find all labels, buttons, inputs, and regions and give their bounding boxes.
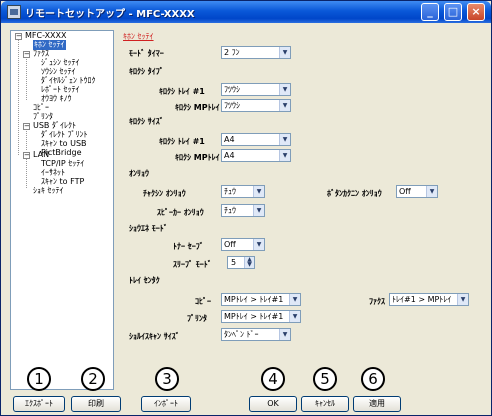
close-button[interactable]: ×: [467, 3, 485, 21]
beep-volume-label: ﾎﾞﾀﾝｶｸﾆﾝ ｵﾝﾘｮｳ: [327, 189, 382, 198]
callout-3: 3: [155, 367, 179, 391]
tree-item-initial-setup[interactable]: ｼｮｷ ｾｯﾃｲ: [33, 186, 64, 196]
paper-type-mp-select[interactable]: ﾌﾂｳｼ ▼: [221, 99, 291, 112]
callout-2: 2: [81, 367, 105, 391]
tray-copy-value: MPﾄﾚｲ > ﾄﾚｲ#1: [224, 295, 284, 304]
cancel-button[interactable]: ｷｬﾝｾﾙ: [301, 396, 349, 412]
window-title: リモートセットアップ - MFC-XXXX: [25, 9, 195, 20]
chevron-down-icon: ▼: [426, 186, 437, 197]
paper-type-tray1-select[interactable]: ﾌﾂｳｼ ▼: [221, 83, 291, 96]
ok-button[interactable]: OK: [249, 396, 297, 412]
chevron-down-icon: ▼: [279, 100, 290, 111]
export-button[interactable]: ｴｸｽﾎﾟｰﾄ: [13, 396, 65, 412]
apply-button[interactable]: 適用: [353, 396, 401, 412]
ring-volume-label: ﾁｬｸｼﾝ ｵﾝﾘｮｳ: [143, 189, 186, 198]
paper-size-tray1-select[interactable]: A4 ▼: [221, 133, 291, 146]
spin-arrows-icon[interactable]: ▲ ▼: [244, 257, 254, 268]
maximize-button[interactable]: □: [444, 3, 462, 21]
paper-size-tray1-value: A4: [224, 135, 235, 144]
paper-size-mp-label: ｷﾛｸｼ MPﾄﾚｲ: [175, 153, 220, 162]
tray-fax-label: ﾌｧｸｽ: [369, 297, 385, 306]
chevron-down-icon: ▼: [253, 239, 264, 250]
speaker-volume-value: ﾁｭｳ: [224, 206, 236, 215]
settings-tree: − MFC-XXXX ｷﾎﾝ ｾｯﾃｲ − ﾌｧｸｽ ｼﾞｭｼﾝ ｾｯﾃｲ ｿｳ…: [10, 30, 114, 390]
app-icon: [7, 5, 21, 19]
paper-type-tray1-label: ｷﾛｸｼ ﾄﾚｲ #1: [159, 87, 205, 96]
chevron-down-icon: ▼: [457, 294, 468, 305]
tree-toggle-device[interactable]: −: [15, 33, 22, 40]
chevron-down-icon: ▼: [279, 47, 290, 58]
paper-type-mp-value: ﾌﾂｳｼ: [224, 101, 240, 110]
toner-save-value: Off: [224, 240, 236, 249]
chevron-down-icon: ▼: [253, 205, 264, 216]
tray-fax-select[interactable]: ﾄﾚｲ#1 > MPﾄﾚｲ ▼: [389, 293, 469, 306]
callout-1: 1: [27, 367, 51, 391]
tray-fax-value: ﾄﾚｲ#1 > MPﾄﾚｲ: [392, 295, 452, 304]
chevron-down-icon: ▼: [289, 294, 300, 305]
toner-save-select[interactable]: Off ▼: [221, 238, 265, 251]
tree-toggle-usb[interactable]: −: [23, 123, 30, 130]
paper-type-mp-label: ｷﾛｸｼ MPﾄﾚｲ: [175, 103, 220, 112]
callout-5: 5: [313, 367, 337, 391]
settings-panel: ｷﾎﾝ ｾｯﾃｲ ﾓｰﾄﾞ ﾀｲﾏｰ 2 ﾌﾝ ▼ ｷﾛｸｼ ﾀｲﾌﾟ ｷﾛｸｼ…: [119, 30, 485, 390]
paper-size-mp-select[interactable]: A4 ▼: [221, 149, 291, 162]
sleep-mode-value: 5: [231, 258, 237, 267]
doc-scan-label: ｼｮﾙｲｽｷｬﾝ ｻｲｽﾞ: [129, 332, 180, 341]
mode-timer-value: 2 ﾌﾝ: [224, 48, 240, 57]
chevron-down-icon: ▼: [253, 186, 264, 197]
sleep-mode-label: ｽﾘｰﾌﾟ ﾓｰﾄﾞ: [173, 260, 212, 269]
eco-heading: ｼｮｳｴﾈ ﾓｰﾄﾞ: [129, 224, 168, 233]
minimize-button[interactable]: _: [421, 3, 439, 21]
chevron-down-icon: ▼: [289, 311, 300, 322]
sleep-mode-stepper[interactable]: 5 ▲ ▼: [227, 256, 255, 269]
tray-use-heading: ﾄﾚｲ ｾﾝﾀｸ: [129, 276, 160, 285]
tree-toggle-lan[interactable]: −: [23, 152, 30, 159]
tray-print-select[interactable]: MPﾄﾚｲ > ﾄﾚｲ#1 ▼: [221, 310, 301, 323]
speaker-volume-select[interactable]: ﾁｭｳ ▼: [221, 204, 265, 217]
ring-volume-value: ﾁｭｳ: [224, 187, 236, 196]
beep-volume-value: Off: [399, 187, 411, 196]
tray-copy-label: ｺﾋﾟｰ: [195, 297, 211, 306]
mode-timer-select[interactable]: 2 ﾌﾝ ▼: [221, 46, 291, 59]
paper-type-tray1-value: ﾌﾂｳｼ: [224, 85, 240, 94]
tree-toggle-fax[interactable]: −: [23, 51, 30, 58]
chevron-down-icon: ▼: [279, 134, 290, 145]
callout-6: 6: [361, 367, 385, 391]
volume-heading: ｵﾝﾘｮｳ: [129, 169, 149, 178]
chevron-down-icon: ▼: [279, 84, 290, 95]
callout-4: 4: [261, 367, 285, 391]
doc-scan-value: ﾀﾝﾍﾟﾝ ﾄﾞｰ: [224, 330, 259, 339]
chevron-down-icon: ▼: [279, 150, 290, 161]
mode-timer-label: ﾓｰﾄﾞ ﾀｲﾏｰ: [129, 49, 164, 58]
remote-setup-window: リモートセットアップ - MFC-XXXX _ □ × − MFC-XXXX ｷ…: [0, 0, 492, 416]
ring-volume-select[interactable]: ﾁｭｳ ▼: [221, 185, 265, 198]
print-button[interactable]: 印刷: [71, 396, 121, 412]
paper-size-mp-value: A4: [224, 151, 235, 160]
tray-copy-select[interactable]: MPﾄﾚｲ > ﾄﾚｲ#1 ▼: [221, 293, 301, 306]
doc-scan-select[interactable]: ﾀﾝﾍﾟﾝ ﾄﾞｰ ▼: [221, 328, 291, 341]
import-button[interactable]: ｲﾝﾎﾟｰﾄ: [141, 396, 191, 412]
paper-size-tray1-label: ｷﾛｸｼ ﾄﾚｲ #1: [159, 137, 205, 146]
chevron-down-icon: ▼: [279, 329, 290, 340]
title-bar[interactable]: リモートセットアップ - MFC-XXXX _ □ ×: [1, 1, 491, 23]
beep-volume-select[interactable]: Off ▼: [396, 185, 438, 198]
tray-print-value: MPﾄﾚｲ > ﾄﾚｲ#1: [224, 312, 284, 321]
toner-save-label: ﾄﾅｰ ｾｰﾌﾞ: [173, 242, 204, 251]
tray-print-label: ﾌﾟﾘﾝﾀ: [187, 314, 207, 323]
panel-title: ｷﾎﾝ ｾｯﾃｲ: [123, 32, 154, 41]
paper-type-heading: ｷﾛｸｼ ﾀｲﾌﾟ: [129, 67, 164, 76]
paper-size-heading: ｷﾛｸｼ ｻｲｽﾞ: [129, 117, 164, 126]
speaker-volume-label: ｽﾋﾟｰｶｰ ｵﾝﾘｮｳ: [157, 208, 204, 217]
